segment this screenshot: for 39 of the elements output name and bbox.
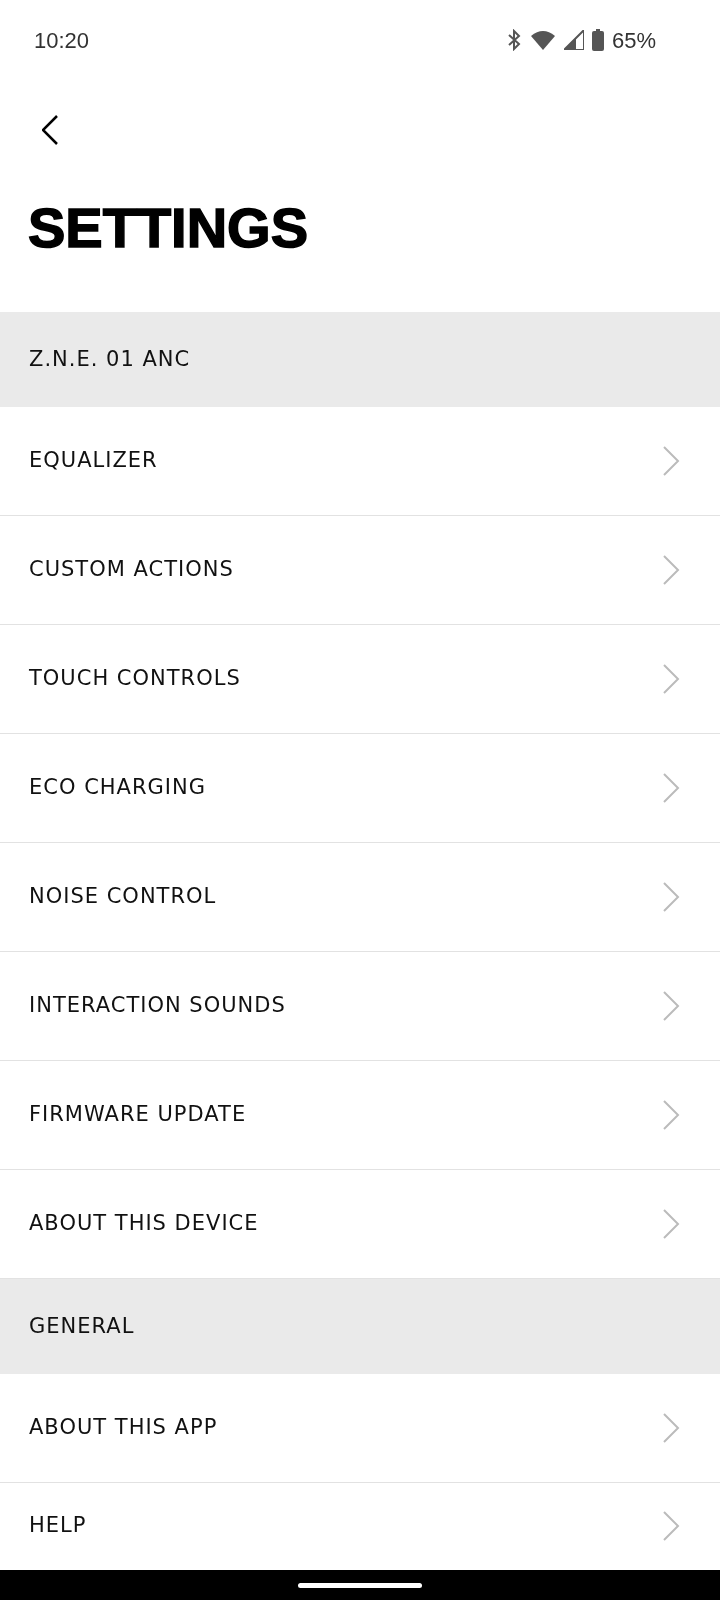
settings-row[interactable]: ECO CHARGING: [0, 734, 720, 843]
settings-row[interactable]: HELP: [0, 1483, 720, 1568]
settings-row[interactable]: TOUCH CONTROLS: [0, 625, 720, 734]
row-label: ECO CHARGING: [29, 774, 206, 802]
settings-row[interactable]: EQUALIZER: [0, 407, 720, 516]
chevron-left-icon: [42, 115, 58, 145]
chevron-right-icon: [662, 1412, 680, 1444]
settings-row[interactable]: CUSTOM ACTIONS: [0, 516, 720, 625]
status-time: 10:20: [34, 26, 90, 55]
settings-row[interactable]: ABOUT THIS APP: [0, 1374, 720, 1483]
chevron-right-icon: [662, 554, 680, 586]
row-label: TOUCH CONTROLS: [29, 665, 241, 693]
chevron-right-icon: [662, 881, 680, 913]
chevron-right-icon: [662, 663, 680, 695]
signal-icon: [563, 30, 584, 50]
battery-icon: [591, 29, 604, 51]
row-label: INTERACTION SOUNDS: [29, 992, 286, 1020]
row-label: ABOUT THIS APP: [29, 1414, 218, 1442]
row-label: EQUALIZER: [29, 447, 158, 475]
home-handle[interactable]: [298, 1582, 422, 1588]
section-header: Z.N.E. 01 ANC: [0, 312, 720, 407]
wifi-icon: [529, 30, 556, 50]
chevron-right-icon: [662, 990, 680, 1022]
row-label: CUSTOM ACTIONS: [29, 556, 234, 584]
battery-percent: 65%: [611, 26, 656, 55]
chevron-right-icon: [662, 1099, 680, 1131]
row-label: HELP: [29, 1511, 87, 1539]
chevron-right-icon: [662, 1509, 680, 1542]
chevron-right-icon: [662, 772, 680, 804]
settings-row[interactable]: NOISE CONTROL: [0, 843, 720, 952]
chevron-right-icon: [662, 445, 680, 477]
settings-row[interactable]: FIRMWARE UPDATE: [0, 1061, 720, 1170]
row-label: ABOUT THIS DEVICE: [29, 1210, 259, 1238]
section-header: GENERAL: [0, 1279, 720, 1374]
settings-row[interactable]: INTERACTION SOUNDS: [0, 952, 720, 1061]
row-label: FIRMWARE UPDATE: [29, 1101, 247, 1129]
page-title: SETTINGS: [28, 200, 310, 256]
row-label: NOISE CONTROL: [29, 883, 217, 911]
chevron-right-icon: [662, 1208, 680, 1240]
